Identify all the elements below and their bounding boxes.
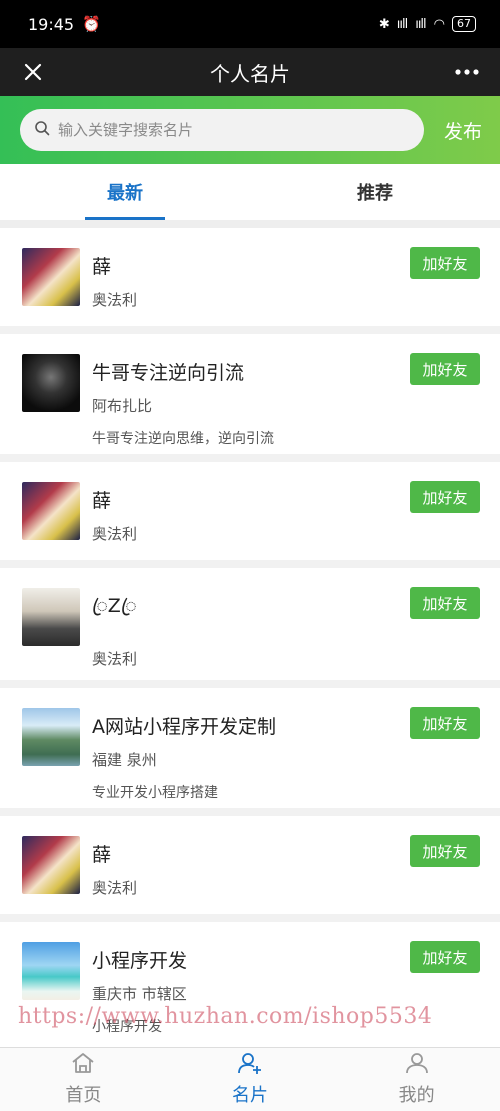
avatar <box>22 482 80 540</box>
card-location: 奥法利 <box>92 525 138 543</box>
card-location: 奥法利 <box>92 291 138 309</box>
card-description: 牛哥专注逆向思维，逆向引流 <box>92 431 274 447</box>
person-icon <box>404 1052 430 1079</box>
add-friend-button[interactable]: 加好友 <box>410 587 480 619</box>
publish-button[interactable]: 发布 <box>444 117 482 144</box>
card-description: 专业开发小程序搭建 <box>92 785 218 801</box>
card-item[interactable]: A网站小程序开发定制 福建 泉州 专业开发小程序搭建 加好友 <box>0 688 500 816</box>
search-bar: 发布 <box>0 96 500 164</box>
tabbar-mine[interactable]: 我的 <box>333 1048 500 1111</box>
card-item[interactable]: 薛 奥法利 加好友 <box>0 462 500 568</box>
avatar <box>22 588 80 646</box>
tab-latest[interactable]: 最新 <box>0 164 250 220</box>
card-item[interactable]: 薛 奥法利 加好友 <box>0 816 500 922</box>
tabbar-home[interactable]: 首页 <box>0 1048 167 1111</box>
close-icon[interactable] <box>18 57 48 87</box>
avatar <box>22 354 80 412</box>
add-friend-button[interactable]: 加好友 <box>410 353 480 385</box>
search-input[interactable] <box>58 121 410 139</box>
search-icon <box>34 120 50 140</box>
home-icon <box>70 1052 96 1079</box>
bluetooth-icon: ✱ <box>378 16 390 32</box>
page-title: 个人名片 <box>210 61 290 86</box>
card-item[interactable]: 牛哥专注逆向引流 阿布扎比 牛哥专注逆向思维，逆向引流 加好友 <box>0 334 500 462</box>
wifi-icon: ◠ <box>433 16 445 32</box>
alarm-icon: ⏰ <box>82 15 101 33</box>
add-friend-button[interactable]: 加好友 <box>410 941 480 973</box>
tabbar-home-label: 首页 <box>65 1085 102 1106</box>
card-location: 奥法利 <box>92 879 138 897</box>
search-box[interactable] <box>20 109 424 151</box>
status-bar: 19:45 ⏰ ✱ ııll ııll ◠ 67 <box>0 0 500 48</box>
signal-icon-2: ııll <box>415 16 426 32</box>
card-description: 小程序开发 <box>92 1019 162 1035</box>
tabbar-cards-label: 名片 <box>232 1085 268 1106</box>
card-location: 奥法利 <box>92 650 138 668</box>
add-friend-button[interactable]: 加好友 <box>410 247 480 279</box>
add-friend-button[interactable]: 加好友 <box>410 481 480 513</box>
card-location: 重庆市 市辖区 <box>92 985 187 1003</box>
more-icon[interactable] <box>452 57 482 87</box>
avatar <box>22 836 80 894</box>
status-time: 19:45 <box>28 14 75 34</box>
tabbar-mine-label: 我的 <box>398 1085 435 1106</box>
tab-bar: 最新 推荐 <box>0 164 500 228</box>
card-item[interactable]: ꦿZꦿ 奥法利 加好友 <box>0 568 500 688</box>
card-location: 阿布扎比 <box>92 397 153 415</box>
person-add-icon <box>237 1052 263 1079</box>
add-friend-button[interactable]: 加好友 <box>410 707 480 739</box>
avatar <box>22 708 80 766</box>
avatar <box>22 942 80 1000</box>
bottom-tab-bar: 首页 名片 我的 <box>0 1047 500 1111</box>
signal-icon: ııll <box>396 16 408 32</box>
tab-recommended[interactable]: 推荐 <box>250 164 500 220</box>
avatar <box>22 248 80 306</box>
card-list: 薛 奥法利 加好友 牛哥专注逆向引流 阿布扎比 牛哥专注逆向思维，逆向引流 加好… <box>0 228 500 1050</box>
tabbar-cards[interactable]: 名片 <box>167 1048 334 1111</box>
add-friend-button[interactable]: 加好友 <box>410 835 480 867</box>
card-location: 福建 泉州 <box>92 751 157 769</box>
battery-indicator: 67 <box>452 16 476 32</box>
card-item[interactable]: 小程序开发 重庆市 市辖区 小程序开发 加好友 <box>0 922 500 1050</box>
card-item[interactable]: 薛 奥法利 加好友 <box>0 228 500 334</box>
nav-bar: 个人名片 <box>0 48 500 96</box>
